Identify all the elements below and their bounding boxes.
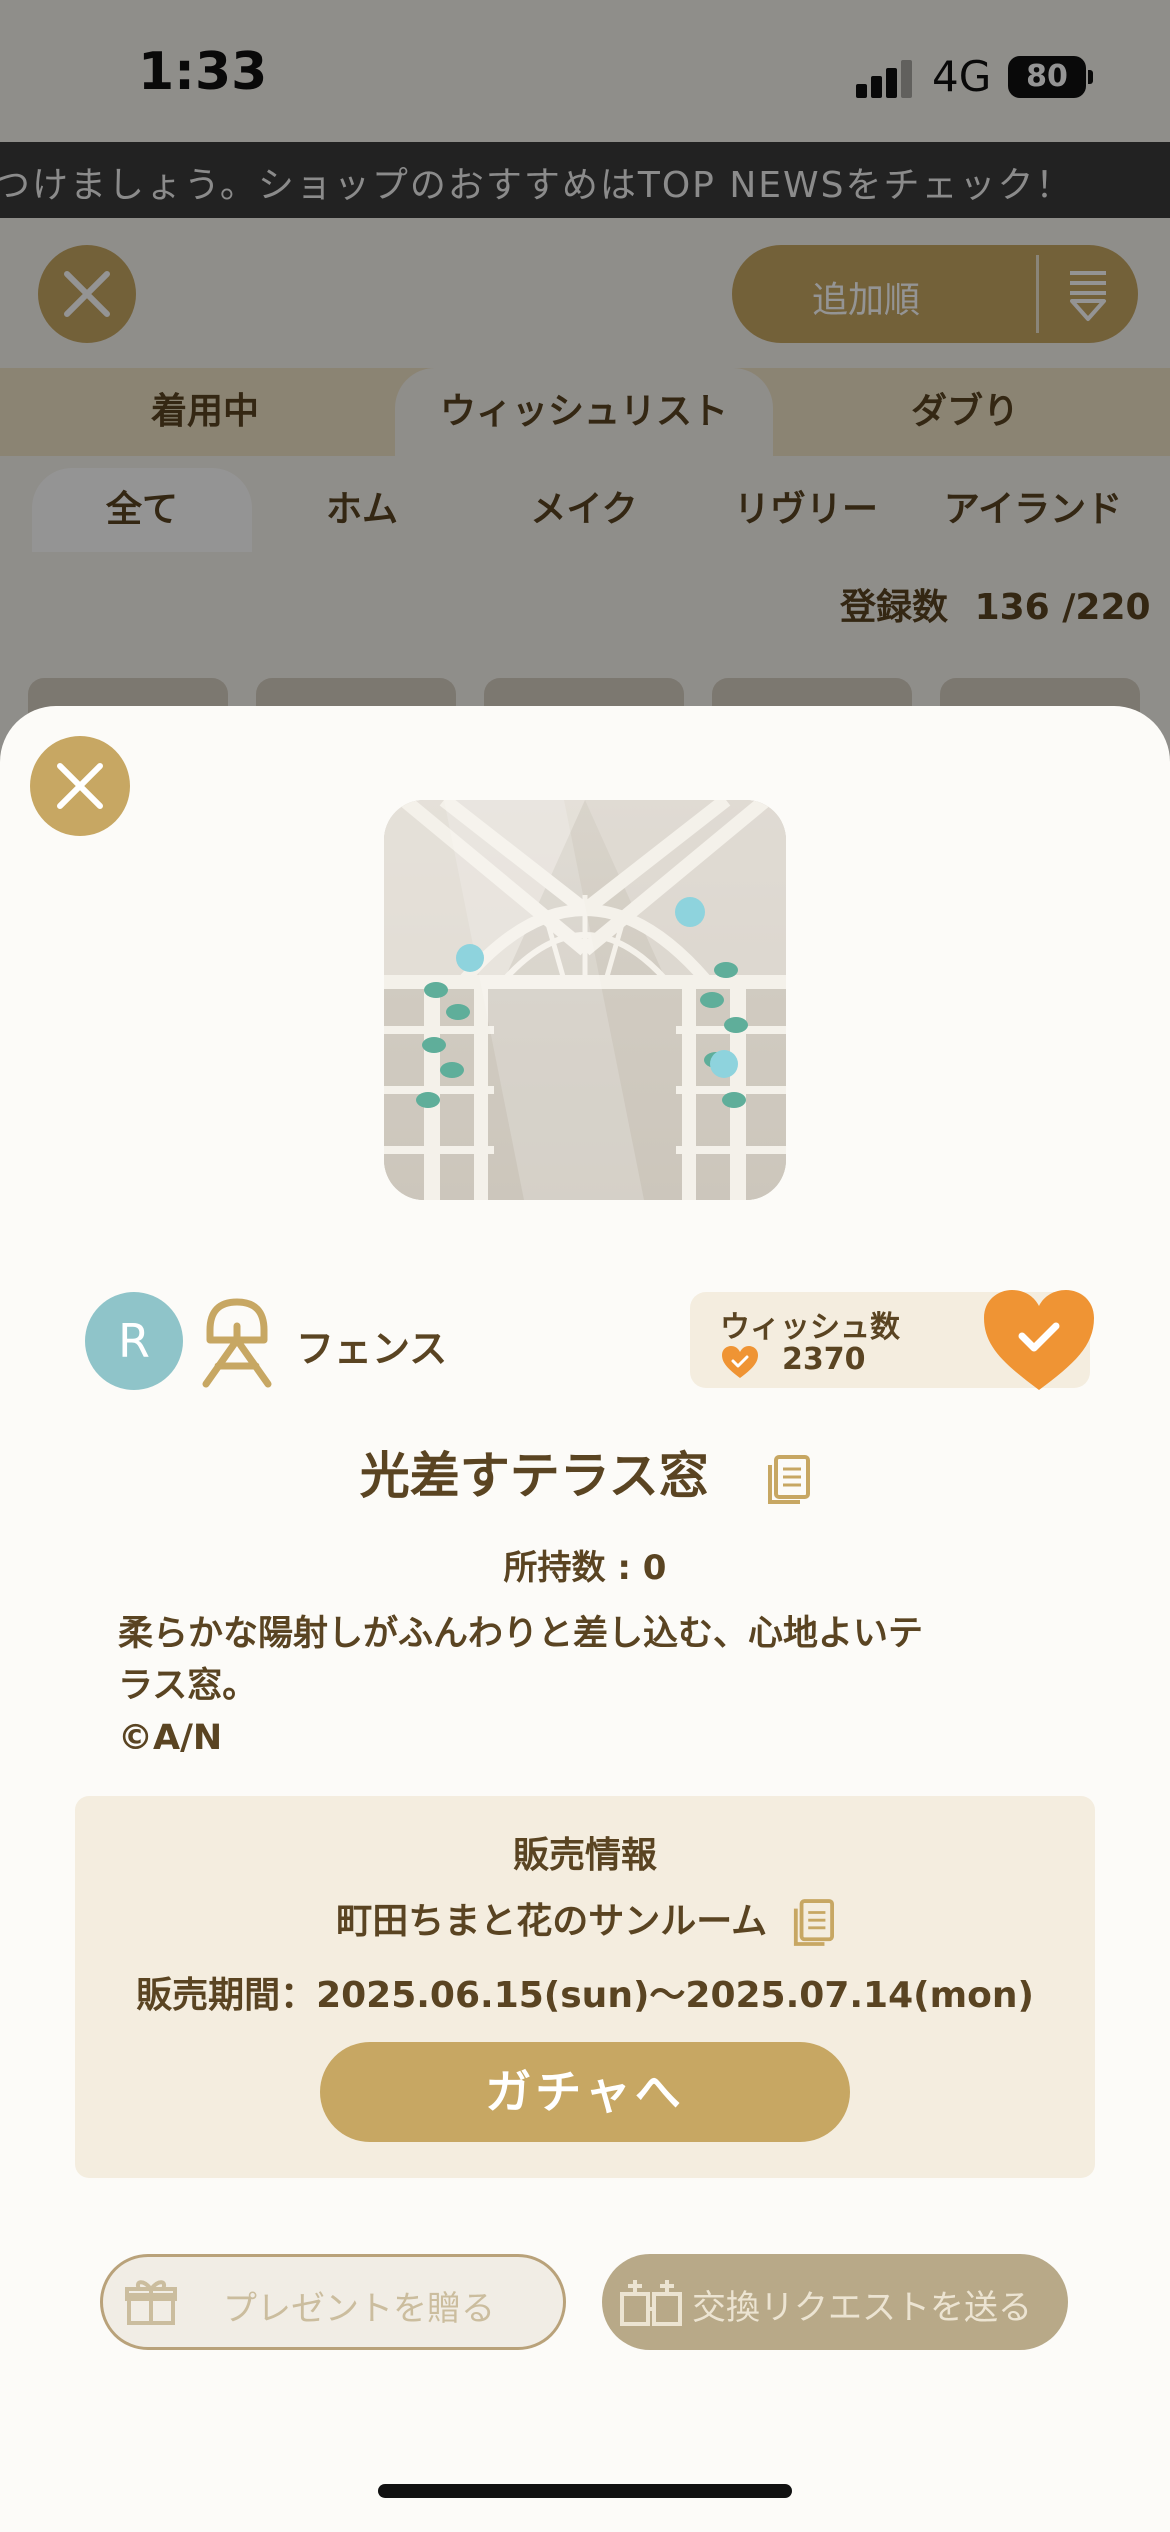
heart-check-icon [722,1346,758,1378]
category-label: フェンス [296,1327,448,1371]
sale-info-panel: 販売情報 町田ちまと花のサンルーム 販売期間：2025.06.15(sun)〜2… [75,1796,1095,2178]
description-line: 柔らかな陽射しがふんわりと差し込む、心地よいテ [118,1614,924,1654]
send-trade-request-button[interactable]: 交換リクエストを送る [602,2254,1068,2350]
send-present-label: プレゼントを贈る [223,2289,495,2329]
wishlist-toggle-heart-icon[interactable] [980,1286,1098,1394]
sale-period: 販売期間：2025.06.15(sun)〜2025.07.14(mon) [136,1975,1034,2016]
sale-name-row: 町田ちまと花のサンルーム [75,1892,1095,1947]
copy-icon[interactable] [792,1899,834,1947]
item-name: 光差すテラス窓 [359,1447,709,1505]
wish-count-value: 2370 [782,1342,866,1377]
home-indicator[interactable] [378,2484,792,2498]
item-image [384,800,786,1200]
send-trade-request-label: 交換リクエストを送る [692,2288,1032,2328]
close-icon [57,763,103,809]
wish-count-box: ウィッシュ数 2370 [690,1290,1094,1390]
sheet-close-button[interactable] [30,736,130,836]
sale-gacha-name: 町田ちまと花のサンルーム [336,1901,768,1942]
gift-icon [125,2280,177,2325]
copyright: ©A/N [118,1718,223,1758]
item-name-row: 光差すテラス窓 [0,1436,1170,1508]
owned-count: 所持数 : 0 [503,1548,667,1588]
trade-icon [620,2280,682,2326]
copy-icon[interactable] [766,1454,811,1505]
wish-count-title: ウィッシュ数 [720,1310,900,1345]
terrace-window-illustration [384,800,786,1200]
item-detail-sheet: R フェンス ウィッシュ数 2370 光差すテラス窓 所持数 : 0 柔らかな陽… [0,706,1170,2532]
go-to-gacha-button[interactable]: ガチャへ [320,2042,850,2142]
send-present-button[interactable]: プレゼントを贈る [100,2254,566,2350]
rarity-badge: R [85,1292,183,1390]
sale-info-title: 販売情報 [512,1835,657,1876]
description-line: ラス窓。 [118,1666,258,1706]
fence-category-icon [202,1298,272,1388]
item-description: 柔らかな陽射しがふんわりと差し込む、心地よいテ ラス窓。 ©A/N [118,1608,1038,1764]
